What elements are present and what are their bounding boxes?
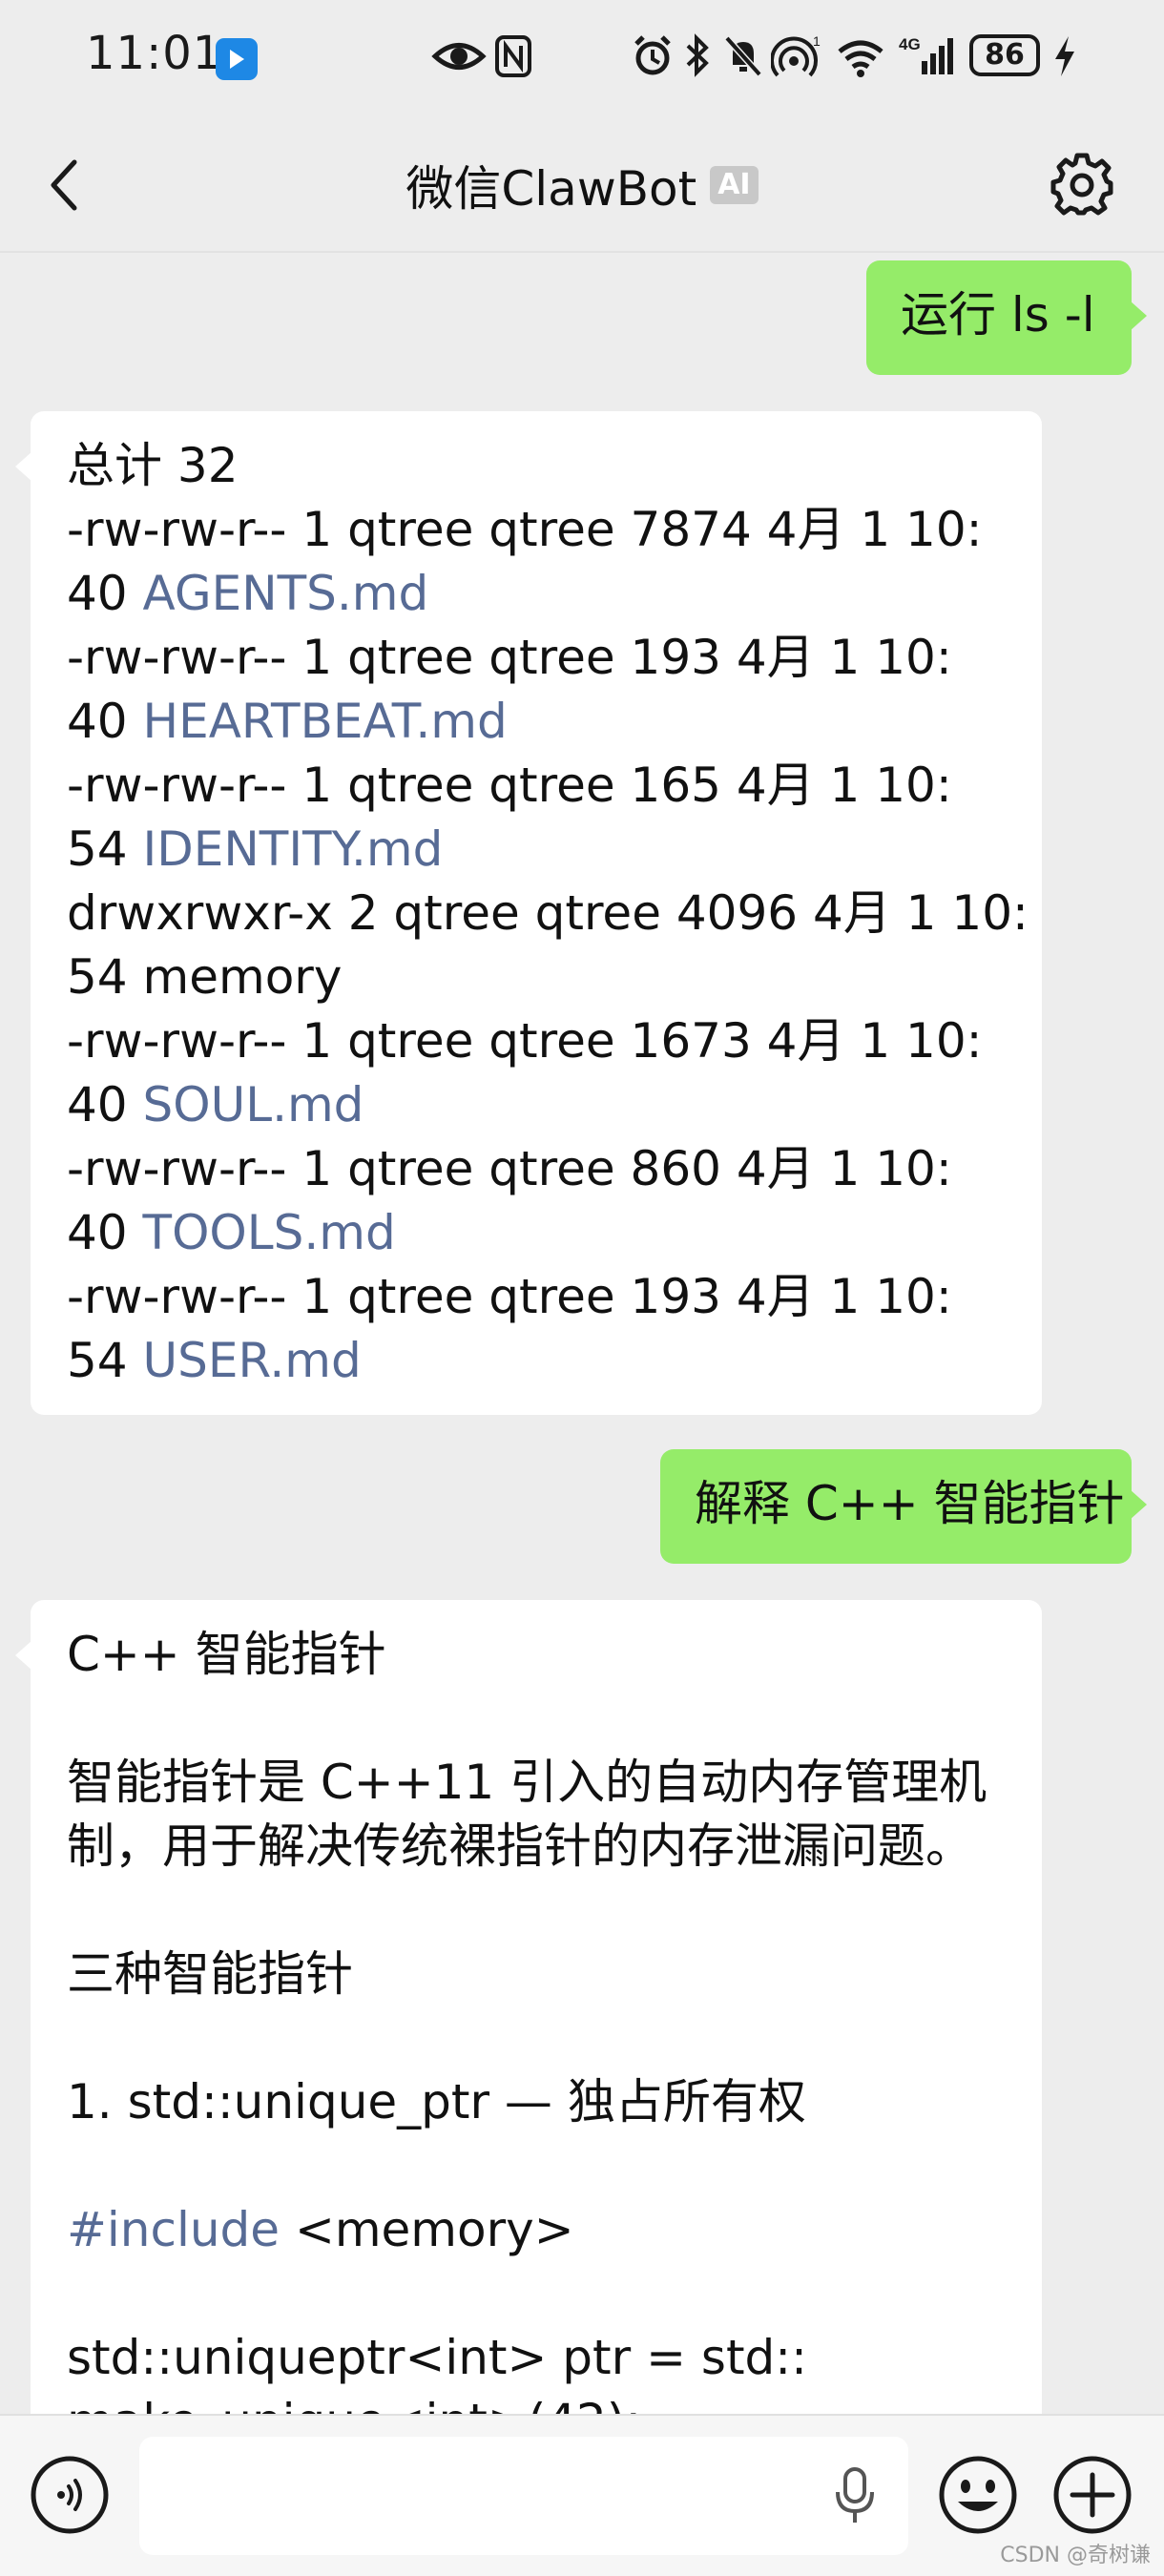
ls-entry-continuation: 54 USER.md — [67, 1329, 1006, 1393]
code-line: make_unique<int>(42); — [67, 2390, 1006, 2414]
file-link-user[interactable]: USER.md — [143, 1333, 362, 1388]
wifi-icon — [838, 40, 883, 77]
answer-paragraph-line: 智能指针是 C++11 引入的自动内存管理机 — [67, 1755, 987, 1810]
message-bubble-outgoing[interactable]: 运行 ls -l — [866, 260, 1147, 375]
app-notification-icon — [216, 38, 258, 80]
status-bar: 11:01 1 4G 86 — [0, 0, 1164, 114]
bluetooth-icon — [686, 33, 709, 77]
code-include-line: #include <memory> — [67, 2198, 1006, 2262]
ls-time-fragment: 54 — [67, 1333, 143, 1388]
ls-time-fragment: 54 — [67, 821, 143, 877]
answer-section-heading: 三种智能指针 — [67, 1946, 353, 2002]
file-link-soul[interactable]: SOUL.md — [143, 1077, 364, 1132]
message-bubble-incoming[interactable]: C++ 智能指针 智能指针是 C++11 引入的自动内存管理机 制，用于解决传统… — [15, 1600, 1042, 2414]
ls-entry-continuation: 40 AGENTS.md — [67, 562, 1006, 626]
message-text: 运行 ls -l — [901, 287, 1095, 343]
more-options-plus-button[interactable] — [1051, 2454, 1133, 2536]
chat-title: 微信ClawBot — [405, 161, 697, 217]
message-input-bar — [0, 2414, 1164, 2576]
ls-time-fragment: 40 — [67, 1077, 143, 1132]
watermark: CSDN @奇树谦 — [1000, 2544, 1151, 2567]
svg-text:1: 1 — [813, 33, 821, 49]
battery-indicator: 86 — [969, 34, 1040, 76]
settings-gear-icon[interactable] — [1050, 153, 1114, 218]
ls-time-fragment: 40 — [67, 694, 143, 749]
voice-input-button[interactable] — [29, 2454, 111, 2536]
ls-entry-line: -rw-rw-r-- 1 qtree qtree 7874 4月 1 10: — [67, 502, 983, 557]
navigation-bar: 微信ClawBot AI — [0, 114, 1164, 253]
file-link-agents[interactable]: AGENTS.md — [143, 566, 429, 621]
ls-entry-line: -rw-rw-r-- 1 qtree qtree 193 4月 1 10: — [67, 1269, 952, 1324]
file-link-tools[interactable]: TOOLS.md — [143, 1205, 396, 1260]
ls-entry-continuation: 40 HEARTBEAT.md — [67, 690, 1006, 754]
ls-entry-continuation: 40 TOOLS.md — [67, 1201, 1006, 1265]
mute-icon — [724, 35, 762, 77]
eye-icon — [431, 43, 487, 70]
chat-title-bar: 微信ClawBot AI — [0, 151, 1164, 219]
message-bubble-outgoing[interactable]: 解释 C++ 智能指针 — [660, 1449, 1147, 1564]
answer-list-item: 1. std::unique_ptr — 独占所有权 — [67, 2074, 806, 2129]
answer-title: C++ 智能指针 — [67, 1627, 386, 1682]
network-type-label: 4G — [899, 35, 921, 53]
charging-bolt-icon — [1055, 36, 1074, 76]
ls-entry-continuation: 54 IDENTITY.md — [67, 818, 1006, 882]
hotspot-icon: 1 — [771, 33, 821, 77]
ai-badge: AI — [710, 166, 759, 204]
ls-entry-line: -rw-rw-r-- 1 qtree qtree 1673 4月 1 10: — [67, 1013, 983, 1069]
message-bubble-incoming[interactable]: 总计 32 -rw-rw-r-- 1 qtree qtree 7874 4月 1… — [15, 411, 1042, 1415]
ls-time-fragment: 40 — [67, 1205, 143, 1260]
ls-time-fragment: 40 — [67, 566, 143, 621]
emoji-button[interactable] — [937, 2454, 1019, 2536]
cellular-signal-icon: 4G — [899, 35, 953, 74]
hashtag-link[interactable]: #include — [67, 2202, 280, 2257]
ls-entry-line: -rw-rw-r-- 1 qtree qtree 165 4月 1 10: — [67, 758, 952, 813]
ls-entry-continuation: 54 memory — [67, 949, 343, 1005]
ls-total-line: 总计 32 — [67, 438, 239, 493]
file-link-identity[interactable]: IDENTITY.md — [143, 821, 444, 877]
ls-entry-line: -rw-rw-r-- 1 qtree qtree 193 4月 1 10: — [67, 630, 952, 685]
code-line: std::uniqueptr<int> ptr = std:: — [67, 2330, 807, 2385]
microphone-icon[interactable] — [832, 2465, 878, 2528]
message-text: 解释 C++ 智能指针 — [695, 1476, 1125, 1531]
ls-entry-line: -rw-rw-r-- 1 qtree qtree 860 4月 1 10: — [67, 1141, 952, 1196]
ls-entry-continuation: 40 SOUL.md — [67, 1073, 1006, 1137]
ls-entry-line: drwxrwxr-x 2 qtree qtree 4096 4月 1 10: — [67, 885, 1029, 941]
answer-paragraph-line: 制，用于解决传统裸指针的内存泄漏问题。 — [67, 1818, 973, 1874]
alarm-icon — [634, 35, 671, 75]
status-time: 11:01 — [86, 27, 223, 80]
message-input[interactable] — [139, 2437, 908, 2555]
file-link-heartbeat[interactable]: HEARTBEAT.md — [143, 694, 508, 749]
nfc-icon — [495, 35, 531, 77]
chat-message-list[interactable]: 运行 ls -l 总计 32 -rw-rw-r-- 1 qtree qtree … — [0, 253, 1164, 2414]
include-target: <memory> — [280, 2202, 574, 2257]
